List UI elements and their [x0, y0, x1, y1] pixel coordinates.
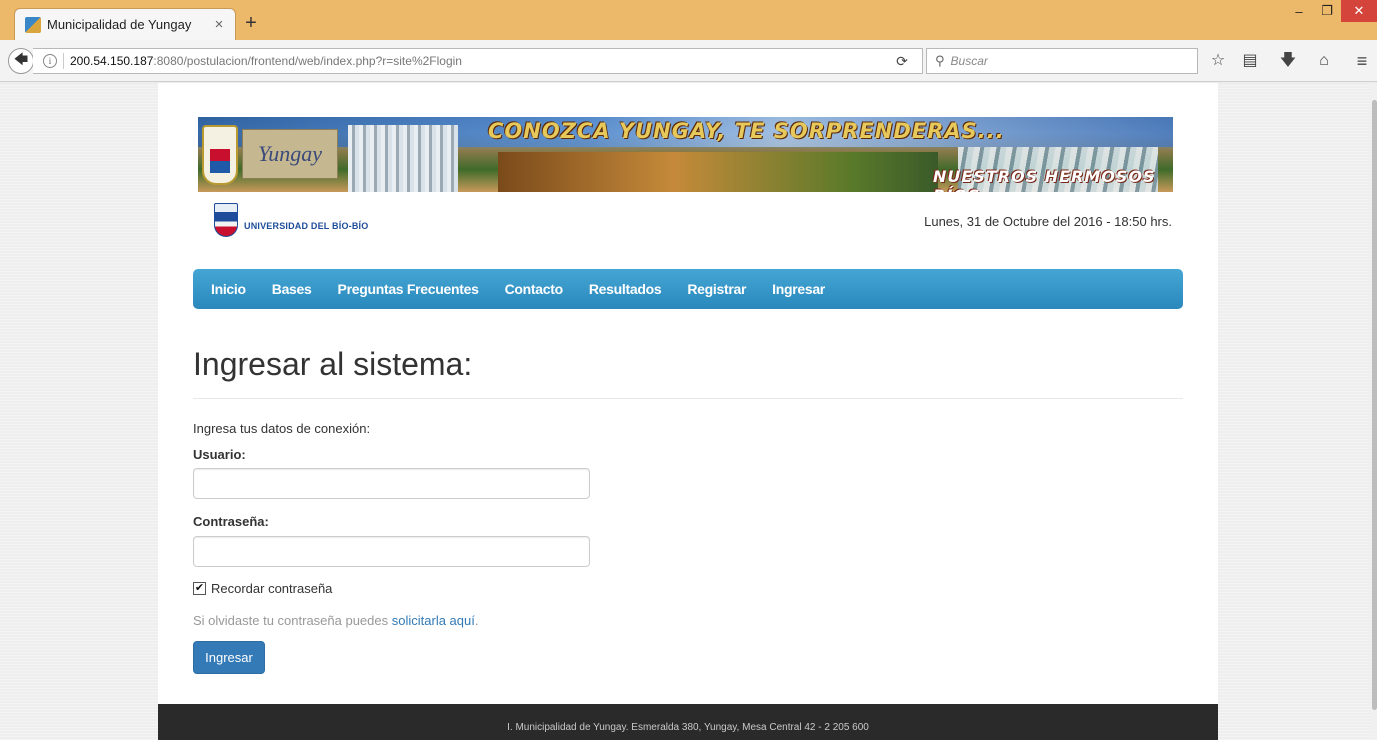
remember-checkbox[interactable]: ✔ — [193, 582, 206, 595]
main-navigation: Inicio Bases Preguntas Frecuentes Contac… — [193, 269, 1183, 309]
banner-subline: NUESTROS HERMOSOS RÍOS — [933, 167, 1156, 192]
current-datetime: Lunes, 31 de Octubre del 2016 - 18:50 hr… — [924, 214, 1172, 229]
new-tab-icon[interactable]: + — [240, 13, 262, 35]
content-container: Yungay CONOZCA YUNGAY, TE SORPRENDERAS..… — [158, 83, 1218, 740]
browser-tab[interactable]: Municipalidad de Yungay × — [14, 8, 236, 40]
university-name: UNIVERSIDAD DEL BÍO-BÍO — [244, 221, 369, 231]
info-icon[interactable]: i — [43, 54, 57, 68]
minimize-icon[interactable]: – — [1285, 0, 1313, 22]
download-icon[interactable]: 🡇 — [1276, 50, 1300, 72]
username-label: Usuario: — [193, 447, 246, 462]
header-banner: Yungay CONOZCA YUNGAY, TE SORPRENDERAS..… — [198, 117, 1173, 192]
close-tab-icon[interactable]: × — [209, 16, 229, 33]
window-close-icon[interactable]: ✕ — [1341, 0, 1377, 22]
username-field[interactable] — [193, 468, 590, 499]
nav-item-ingresar[interactable]: Ingresar — [759, 269, 838, 309]
nav-item-bases[interactable]: Bases — [259, 269, 325, 309]
password-field[interactable] — [193, 536, 590, 567]
login-submit-button[interactable]: Ingresar — [193, 641, 265, 674]
municipal-crest-icon — [202, 125, 238, 185]
url-host: 200.54.150.187 — [70, 54, 154, 68]
url-bar[interactable]: i 200.54.150.187:8080/postulacion/fronte… — [33, 48, 923, 74]
reading-list-icon[interactable]: ▤ — [1238, 50, 1262, 72]
search-placeholder: Buscar — [950, 54, 988, 68]
home-icon[interactable]: ⌂ — [1312, 50, 1336, 72]
banner-landscape — [498, 152, 938, 192]
nav-item-preguntas-frecuentes[interactable]: Preguntas Frecuentes — [325, 269, 492, 309]
url-separator — [63, 53, 64, 69]
back-icon[interactable]: 🡄 — [8, 48, 34, 74]
search-icon: ⚲ — [935, 53, 945, 68]
banner-waterfall — [348, 125, 458, 192]
yungay-logo: Yungay — [242, 129, 338, 179]
reload-icon[interactable]: ⟳ — [890, 50, 914, 72]
forgot-text: Si olvidaste tu contraseña puedes — [193, 613, 392, 628]
login-intro: Ingresa tus datos de conexión: — [193, 421, 371, 436]
nav-item-contacto[interactable]: Contacto — [492, 269, 576, 309]
remember-me[interactable]: ✔ Recordar contraseña — [193, 581, 332, 596]
banner-headline: CONOZCA YUNGAY, TE SORPRENDERAS... — [488, 119, 1005, 143]
scrollbar-thumb[interactable] — [1372, 100, 1377, 710]
password-label: Contraseña: — [193, 514, 269, 529]
menu-icon[interactable]: ≡ — [1350, 50, 1374, 72]
browser-titlebar: Municipalidad de Yungay × + – ❐ ✕ — [0, 0, 1377, 40]
page-title: Ingresar al sistema: — [193, 346, 473, 382]
tab-title: Municipalidad de Yungay — [47, 17, 192, 32]
search-input[interactable]: ⚲ Buscar — [926, 48, 1198, 74]
nav-item-inicio[interactable]: Inicio — [198, 269, 259, 309]
nav-item-registrar[interactable]: Registrar — [674, 269, 759, 309]
university-shield-icon — [214, 203, 238, 237]
site-favicon-icon — [25, 16, 41, 33]
page-footer: I. Municipalidad de Yungay. Esmeralda 38… — [158, 704, 1218, 740]
divider — [193, 398, 1183, 399]
nav-item-resultados[interactable]: Resultados — [576, 269, 674, 309]
star-icon[interactable]: ☆ — [1206, 50, 1230, 72]
maximize-icon[interactable]: ❐ — [1313, 0, 1341, 22]
url-path: :8080/postulacion/frontend/web/index.php… — [153, 54, 462, 68]
forgot-text-end: . — [474, 613, 479, 628]
forgot-password-link[interactable]: solicitarla aquí — [392, 613, 475, 628]
remember-label: Recordar contraseña — [211, 581, 333, 596]
forgot-password-text: Si olvidaste tu contraseña puedes solici… — [193, 613, 478, 628]
